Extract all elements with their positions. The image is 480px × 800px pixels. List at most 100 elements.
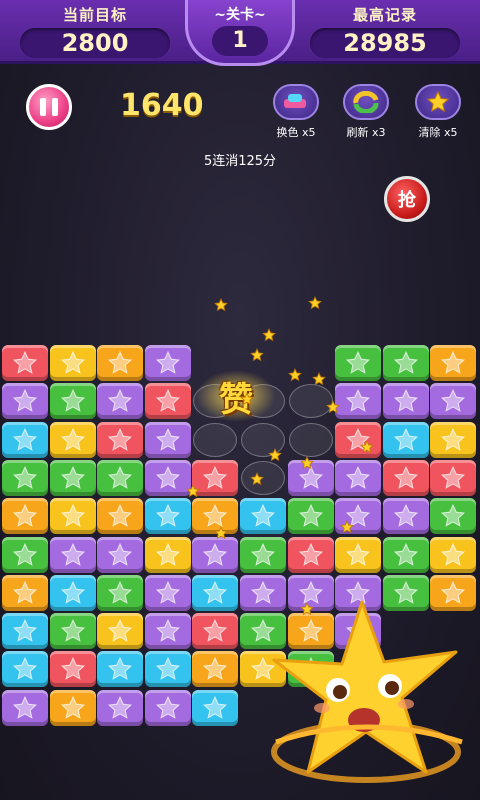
star-tile-purple[interactable] [97, 536, 144, 573]
star-tile-green[interactable] [49, 383, 96, 420]
star-tile-orange[interactable] [97, 498, 144, 535]
star-tile-red[interactable] [287, 536, 334, 573]
star-tile-purple[interactable] [97, 689, 144, 726]
star-icon [108, 427, 133, 451]
star-tile-red[interactable] [144, 383, 191, 420]
clear-tool-button[interactable]: 清除 x5 [408, 84, 468, 140]
star-tile-orange[interactable] [49, 689, 96, 726]
star-icon [12, 618, 38, 643]
star-tile-blue[interactable] [2, 613, 48, 650]
star-tile-orange[interactable] [192, 651, 239, 688]
clear-label: 清除 x5 [418, 126, 458, 139]
star-tile-yellow[interactable] [49, 498, 96, 535]
star-tile-blue[interactable] [192, 574, 239, 611]
star-tile-yellow[interactable] [49, 345, 96, 381]
star-icon [346, 465, 371, 489]
star-icon [155, 542, 180, 566]
star-tile-red[interactable] [49, 651, 96, 688]
star-icon [60, 465, 85, 489]
star-tile-purple[interactable] [2, 383, 48, 420]
star-icon [12, 580, 38, 604]
star-tile-purple[interactable] [382, 498, 429, 535]
star-tile-blue[interactable] [382, 421, 429, 458]
star-tile-yellow[interactable] [97, 613, 144, 650]
star-tile-yellow[interactable] [430, 421, 477, 458]
star-tile-purple[interactable] [335, 459, 382, 496]
flying-star-icon [214, 298, 228, 312]
star-tile-purple[interactable] [335, 383, 382, 420]
star-tile-blue[interactable] [192, 689, 239, 726]
current-score: 1640 [120, 88, 204, 123]
star-tile-green[interactable] [382, 345, 429, 381]
star-icon [155, 657, 180, 681]
star-tile-red[interactable] [382, 459, 429, 496]
star-tile-green[interactable] [287, 498, 334, 535]
star-icon [155, 427, 180, 451]
star-tile-purple[interactable] [192, 536, 239, 573]
star-icon [12, 350, 38, 374]
star-tile-purple[interactable] [2, 689, 48, 726]
star-tile-green[interactable] [335, 345, 382, 381]
flying-star-icon [250, 348, 264, 362]
star-tile-purple[interactable] [430, 383, 477, 420]
star-tile-purple[interactable] [144, 689, 191, 726]
star-tile-purple[interactable] [144, 459, 191, 496]
star-tile-yellow[interactable] [49, 421, 96, 458]
star-tile-green[interactable] [240, 536, 286, 573]
star-tile-green[interactable] [2, 536, 48, 573]
star-tile-green[interactable] [2, 459, 48, 496]
star-tile-red[interactable] [2, 345, 48, 381]
pause-button[interactable] [26, 84, 72, 130]
star-tile-red[interactable] [430, 459, 477, 496]
star-icon [108, 350, 133, 374]
star-tile-blue[interactable] [49, 574, 96, 611]
combo-text: 5连消125分 [203, 154, 277, 169]
star-tile-blue[interactable] [97, 651, 144, 688]
star-icon [12, 389, 38, 413]
star-tile-blue[interactable] [2, 421, 48, 458]
star-tile-green[interactable] [49, 613, 96, 650]
star-tile-blue[interactable] [144, 651, 191, 688]
star-tile-red[interactable] [97, 421, 144, 458]
star-tile-red[interactable] [335, 421, 382, 458]
star-tile-purple[interactable] [144, 421, 191, 458]
grab-button[interactable]: 抢 [384, 176, 430, 222]
star-icon [155, 350, 180, 374]
star-icon [108, 618, 133, 643]
star-tile-red[interactable] [192, 613, 239, 650]
star-tile-blue[interactable] [240, 498, 286, 535]
star-icon [298, 504, 323, 528]
star-tile-green[interactable] [430, 498, 477, 535]
refresh-tool-button[interactable]: 刷新 x3 [336, 84, 396, 140]
star-tile-green[interactable] [97, 574, 144, 611]
star-tile-orange[interactable] [97, 345, 144, 381]
star-icon [441, 350, 466, 374]
star-tile-orange[interactable] [2, 498, 48, 535]
pause-bar-icon [40, 98, 46, 116]
star-tile-orange[interactable] [430, 345, 477, 381]
target-label: 当前目标 [62, 6, 127, 24]
star-tile-blue[interactable] [144, 498, 191, 535]
record-label: 最高记录 [352, 6, 417, 24]
star-tile-yellow[interactable] [335, 536, 382, 573]
star-tile-green[interactable] [382, 536, 429, 573]
star-tile-purple[interactable] [49, 536, 96, 573]
star-tile-purple[interactable] [382, 383, 429, 420]
star-icon [155, 504, 180, 528]
star-tile-purple[interactable] [144, 574, 191, 611]
star-tile-green[interactable] [97, 459, 144, 496]
star-tile-purple[interactable] [144, 613, 191, 650]
star-tile-purple[interactable] [144, 345, 191, 381]
star-tile-green[interactable] [49, 459, 96, 496]
star-icon [393, 465, 418, 489]
color-swap-tool-button[interactable]: 换色 x5 [266, 84, 326, 140]
star-tile-yellow[interactable] [430, 536, 477, 573]
star-icon [203, 695, 228, 719]
cleared-tile-bubble [193, 422, 238, 457]
refresh-icon [343, 84, 389, 120]
star-tile-purple[interactable] [97, 383, 144, 420]
star-tile-yellow[interactable] [144, 536, 191, 573]
star-tile-blue[interactable] [2, 651, 48, 688]
flying-star-icon [240, 392, 254, 406]
star-tile-orange[interactable] [2, 574, 48, 611]
